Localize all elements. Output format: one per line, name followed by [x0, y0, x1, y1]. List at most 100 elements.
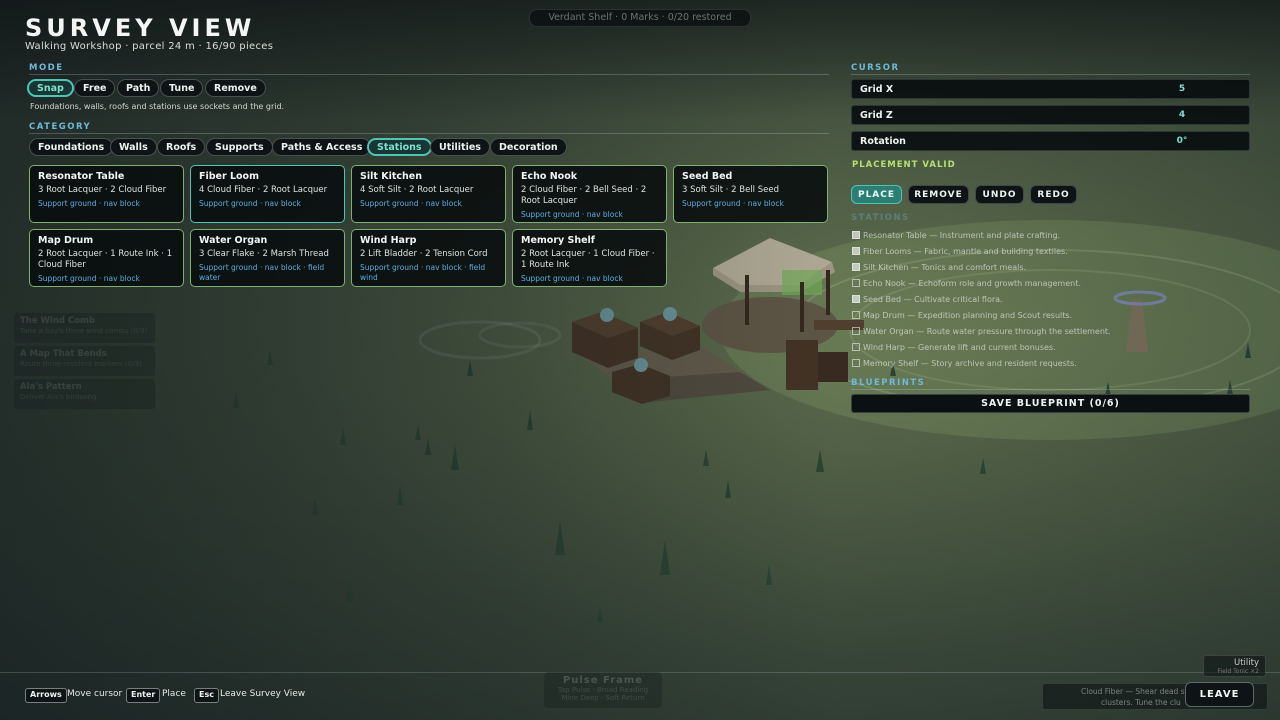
piece-card-seed-bed[interactable]: Seed Bed 3 Soft Silt · 2 Bell Seed Suppo… [673, 165, 828, 223]
piece-cost: 4 Soft Silt · 2 Root Lacquer [360, 185, 474, 195]
mode-label: MODE [29, 63, 64, 73]
category-decoration-tab[interactable]: Decoration [490, 138, 567, 156]
piece-name: Memory Shelf [521, 235, 595, 246]
esc-key: Esc [194, 688, 219, 703]
pulse-line-1: Tap Pulse · Broad Reading [557, 686, 649, 694]
checkbox-icon [852, 263, 860, 271]
piece-cost: 3 Clear Flake · 2 Marsh Thread [199, 249, 329, 259]
grid-z-value: 4 [1178, 110, 1186, 120]
piece-name: Fiber Loom [199, 171, 259, 182]
pulse-frame-panel: Pulse Frame Tap Pulse · Broad Reading Mi… [544, 672, 662, 708]
mode-path-button[interactable]: Path [117, 79, 160, 97]
rotation-label: Rotation [860, 136, 906, 147]
utility-subtitle: Field Tonic ×2 [1217, 668, 1259, 675]
piece-name: Echo Nook [521, 171, 578, 182]
category-walls-tab[interactable]: Walls [110, 138, 157, 156]
leave-button[interactable]: LEAVE [1185, 682, 1254, 707]
piece-card-fiber-loom[interactable]: Fiber Loom 4 Cloud Fiber · 2 Root Lacque… [190, 165, 345, 223]
checkbox-icon [852, 311, 860, 319]
category-paths-tab[interactable]: Paths & Access [272, 138, 372, 156]
category-roofs-tab[interactable]: Roofs [157, 138, 206, 156]
piece-tags: Support ground · nav block [38, 199, 140, 208]
piece-card-map-drum[interactable]: Map Drum 2 Root Lacquer · 1 Route Ink · … [29, 229, 184, 287]
pulse-title: Pulse Frame [562, 675, 644, 686]
mode-free-button[interactable]: Free [74, 79, 116, 97]
quest-subtitle: Tune a bay's three wind combs (0/3) [20, 327, 148, 335]
checkbox-icon [852, 359, 860, 367]
piece-card-water-organ[interactable]: Water Organ 3 Clear Flake · 2 Marsh Thre… [190, 229, 345, 287]
utility-slot[interactable]: Utility Field Tonic ×2 [1203, 655, 1266, 677]
station-list-item[interactable]: Seed Bed — Cultivate critical flora. [852, 295, 1003, 304]
piece-cost: 2 Root Lacquer · 1 Cloud Fiber · 1 Route… [521, 249, 655, 270]
page-subtitle: Walking Workshop · parcel 24 m · 16/90 p… [25, 41, 274, 52]
piece-name: Silt Kitchen [360, 171, 422, 182]
piece-tags: Support ground · nav block [682, 199, 784, 208]
pulse-line-2: Mine Deep · Soft Return [561, 694, 645, 702]
settlement-status: Verdant Shelf · 0 Marks · 0/20 restored [529, 9, 751, 27]
stations-list-label: STATIONS [851, 213, 910, 223]
piece-tags: Support ground · nav block [521, 274, 623, 283]
place-button[interactable]: PLACE [851, 185, 902, 204]
piece-tags: Support ground · nav block [199, 199, 301, 208]
quest-tracker-item: A Map That Bends Route three resident ma… [14, 346, 155, 376]
quest-tracker-item: Ala's Pattern Deliver Ala's birdsong [14, 379, 155, 409]
page-title: SURVEY VIEW [25, 14, 256, 42]
category-supports-tab[interactable]: Supports [206, 138, 273, 156]
station-list-item[interactable]: Memory Shelf — Story archive and residen… [852, 359, 1077, 368]
piece-name: Resonator Table [38, 171, 125, 182]
grid-z-row: Grid Z 4 [851, 105, 1250, 125]
category-foundations-tab[interactable]: Foundations [29, 138, 114, 156]
station-list-item[interactable]: Water Organ — Route water pressure throu… [852, 327, 1111, 336]
station-list-item[interactable]: Fiber Looms — Fabric, mantle and buildin… [852, 247, 1068, 256]
piece-card-echo-nook[interactable]: Echo Nook 2 Cloud Fiber · 2 Bell Seed · … [512, 165, 667, 223]
piece-card-wind-harp[interactable]: Wind Harp 2 Lift Bladder · 2 Tension Cor… [351, 229, 506, 287]
piece-card-silt-kitchen[interactable]: Silt Kitchen 4 Soft Silt · 2 Root Lacque… [351, 165, 506, 223]
arrows-key: Arrows [25, 688, 67, 703]
arrows-key-hint: Move cursor [67, 689, 123, 699]
quest-subtitle: Route three resident markers (0/3) [20, 360, 142, 368]
category-utilities-tab[interactable]: Utilities [430, 138, 490, 156]
station-list-item[interactable]: Silt Kitchen — Tonics and comfort meals. [852, 263, 1026, 272]
checkbox-icon [852, 343, 860, 351]
piece-cost: 3 Soft Silt · 2 Bell Seed [682, 185, 779, 195]
remove-button[interactable]: REMOVE [908, 185, 969, 204]
esc-key-hint: Leave Survey View [220, 689, 306, 699]
piece-card-resonator-table[interactable]: Resonator Table 3 Root Lacquer · 2 Cloud… [29, 165, 184, 223]
quest-subtitle: Deliver Ala's birdsong [20, 393, 97, 401]
piece-tags: Support ground · nav block [521, 210, 623, 219]
station-list-item[interactable]: Wind Harp — Generate lift and current bo… [852, 343, 1056, 352]
quest-title: Ala's Pattern [20, 382, 82, 392]
station-list-item[interactable]: Resonator Table — Instrument and plate c… [852, 231, 1060, 240]
grid-z-label: Grid Z [860, 110, 893, 121]
piece-name: Water Organ [199, 235, 268, 246]
blueprints-label: BLUEPRINTS [851, 378, 926, 388]
piece-cost: 2 Lift Bladder · 2 Tension Cord [360, 249, 488, 259]
piece-cost: 2 Root Lacquer · 1 Route Ink · 1 Cloud F… [38, 249, 173, 270]
rotation-value: 0° [1176, 136, 1188, 146]
mode-snap-button[interactable]: Snap [27, 79, 74, 97]
cursor-label: CURSOR [851, 63, 900, 73]
checkbox-icon [852, 279, 860, 287]
piece-card-memory-shelf[interactable]: Memory Shelf 2 Root Lacquer · 1 Cloud Fi… [512, 229, 667, 287]
piece-cost: 4 Cloud Fiber · 2 Root Lacquer [199, 185, 328, 195]
category-label: CATEGORY [29, 122, 92, 132]
undo-button[interactable]: UNDO [975, 185, 1024, 204]
placement-status: PLACEMENT VALID [852, 160, 956, 170]
piece-tags: Support ground · nav block [38, 274, 140, 283]
utility-title: Utility [1233, 658, 1259, 668]
save-blueprint-button[interactable]: SAVE BLUEPRINT (0/6) [851, 394, 1250, 413]
checkbox-icon [852, 327, 860, 335]
category-stations-tab[interactable]: Stations [367, 138, 432, 156]
piece-cost: 3 Root Lacquer · 2 Cloud Fiber [38, 185, 167, 195]
mode-remove-button[interactable]: Remove [205, 79, 266, 97]
station-list-item[interactable]: Map Drum — Expedition planning and Scout… [852, 311, 1072, 320]
mode-tune-button[interactable]: Tune [160, 79, 204, 97]
blueprints-divider [851, 389, 1250, 390]
piece-name: Map Drum [38, 235, 94, 246]
piece-tags: Support ground · nav block · field wind [360, 263, 486, 282]
piece-tags: Support ground · nav block · field water [199, 263, 325, 282]
redo-button[interactable]: REDO [1030, 185, 1077, 204]
enter-key: Enter [126, 688, 161, 703]
station-list-item[interactable]: Echo Nook — Echoform role and growth man… [852, 279, 1081, 288]
category-divider [29, 133, 829, 134]
